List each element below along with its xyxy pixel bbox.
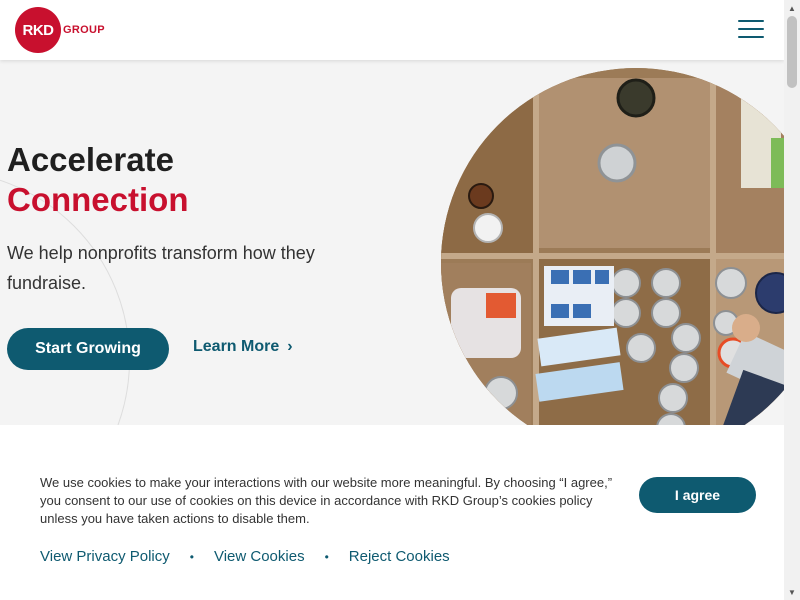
scroll-down-arrow-icon[interactable]: ▼	[784, 584, 800, 600]
reject-cookies-link[interactable]: Reject Cookies	[349, 548, 450, 565]
hero-title-accent: Connection	[7, 181, 189, 218]
cookie-notice-text: We use cookies to make your interactions…	[40, 475, 613, 526]
hamburger-menu-icon[interactable]	[738, 20, 764, 40]
hero-section: Accelerate Connection We help nonprofits…	[0, 60, 784, 425]
chevron-right-icon: ›	[287, 338, 293, 355]
scrollbar-thumb[interactable]	[787, 16, 797, 88]
hero-title-line1: Accelerate	[7, 141, 174, 178]
cookie-links: View Privacy Policy • View Cookies • Rej…	[40, 548, 450, 565]
link-separator: •	[189, 549, 194, 564]
link-separator: •	[324, 549, 329, 564]
hero-photo-illustration	[441, 68, 784, 425]
page: RKD GROUP Accelerate Connection We help …	[0, 0, 784, 600]
logo-mark: RKD	[15, 7, 61, 53]
start-growing-button[interactable]: Start Growing	[7, 328, 169, 370]
learn-more-link[interactable]: Learn More ›	[193, 338, 293, 356]
vertical-scrollbar[interactable]: ▲ ▼	[784, 0, 800, 600]
scroll-up-arrow-icon[interactable]: ▲	[784, 0, 800, 16]
learn-more-label: Learn More	[193, 338, 280, 355]
view-privacy-policy-link[interactable]: View Privacy Policy	[40, 548, 170, 565]
hero-title: Accelerate Connection	[7, 140, 188, 220]
rkd-group-logo[interactable]: RKD GROUP	[15, 7, 105, 53]
site-header: RKD GROUP	[0, 0, 784, 60]
i-agree-button[interactable]: I agree	[639, 477, 756, 513]
hero-subtitle: We help nonprofits transform how they fu…	[7, 243, 315, 293]
view-cookies-link[interactable]: View Cookies	[214, 548, 305, 565]
food-donation-boxes-photo	[441, 68, 784, 425]
logo-wordmark: GROUP	[63, 24, 105, 36]
cookie-consent-banner: We use cookies to make your interactions…	[0, 425, 784, 600]
